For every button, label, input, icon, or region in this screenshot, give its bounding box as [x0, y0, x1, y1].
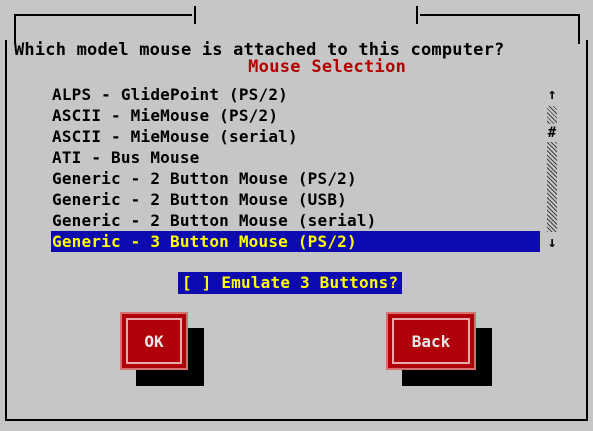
- scrollbar-thumb[interactable]: #: [545, 124, 559, 142]
- frame-right-lower: [586, 40, 588, 420]
- list-item[interactable]: ASCII - MieMouse (PS/2): [51, 105, 540, 126]
- scroll-down-arrow-icon[interactable]: ↓: [545, 232, 559, 252]
- list-item-selected[interactable]: Generic - 3 Button Mouse (PS/2): [51, 231, 540, 252]
- ok-button[interactable]: OK: [120, 312, 188, 370]
- back-button-inner: Back: [392, 318, 470, 364]
- list-scrollbar[interactable]: ↑ # ↓: [545, 84, 559, 252]
- scroll-up-arrow-icon[interactable]: ↑: [545, 84, 559, 104]
- title-left-bar: [194, 6, 196, 24]
- frame-right: [578, 14, 580, 44]
- dialog-title: Mouse Selection: [248, 57, 407, 77]
- emulate-3-buttons-checkbox[interactable]: [ ] Emulate 3 Buttons?: [178, 272, 403, 294]
- mouse-model-list[interactable]: ALPS - GlidePoint (PS/2) ASCII - MieMous…: [51, 84, 540, 252]
- frame-bottom: [5, 419, 588, 421]
- ok-button-label: OK: [144, 331, 164, 351]
- list-item[interactable]: ASCII - MieMouse (serial): [51, 126, 540, 147]
- mouse-selection-dialog: Mouse Selection Which model mouse is att…: [0, 0, 593, 431]
- title-right-bar: [416, 6, 419, 24]
- back-button[interactable]: Back: [386, 312, 476, 370]
- ok-button-inner: OK: [126, 318, 182, 364]
- question-text: Which model mouse is attached to this co…: [14, 40, 505, 60]
- list-item[interactable]: ATI - Bus Mouse: [51, 147, 540, 168]
- frame-top-right: [417, 14, 580, 16]
- frame-left-lower: [5, 40, 7, 420]
- back-button-label: Back: [411, 331, 451, 351]
- frame-top-left: [14, 14, 192, 16]
- list-item[interactable]: ALPS - GlidePoint (PS/2): [51, 84, 540, 105]
- list-item[interactable]: Generic - 2 Button Mouse (PS/2): [51, 168, 540, 189]
- list-item[interactable]: Generic - 2 Button Mouse (serial): [51, 210, 540, 231]
- dialog-title-box: Mouse Selection: [192, 2, 421, 77]
- list-item[interactable]: Generic - 2 Button Mouse (USB): [51, 189, 540, 210]
